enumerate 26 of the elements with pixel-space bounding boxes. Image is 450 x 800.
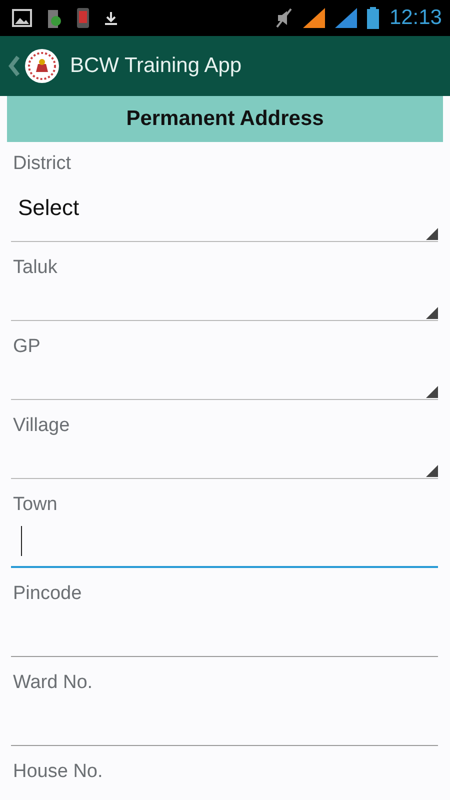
field-label: Village	[12, 415, 71, 437]
picture-icon	[12, 9, 32, 27]
field-label: Town	[12, 494, 58, 516]
emblem-icon	[24, 48, 60, 84]
field-label: District	[12, 153, 72, 175]
back-icon[interactable]	[8, 55, 20, 77]
mute-icon	[275, 8, 294, 28]
clock-time: 12:13	[389, 6, 442, 30]
signal-icon	[303, 8, 326, 28]
dropdown-field[interactable]: Select	[11, 175, 438, 242]
download-icon	[104, 11, 118, 25]
signal-icon	[335, 8, 358, 28]
battery-icon	[367, 7, 380, 29]
dropdown-arrow-icon	[426, 228, 438, 240]
phone-icon	[76, 7, 90, 29]
dropdown-arrow-icon	[426, 307, 438, 319]
section-title: Permanent Address	[126, 107, 324, 131]
field-label: House No.	[12, 761, 104, 783]
dropdown-arrow-icon	[426, 386, 438, 398]
app-title: BCW Training App	[70, 54, 242, 78]
battery-saver-icon	[46, 7, 62, 29]
field-label: Taluk	[12, 257, 58, 279]
field-label: Pincode	[12, 583, 83, 605]
dropdown-arrow-icon	[426, 465, 438, 477]
field-label: Ward No.	[12, 672, 94, 694]
field-label: GP	[12, 336, 42, 358]
